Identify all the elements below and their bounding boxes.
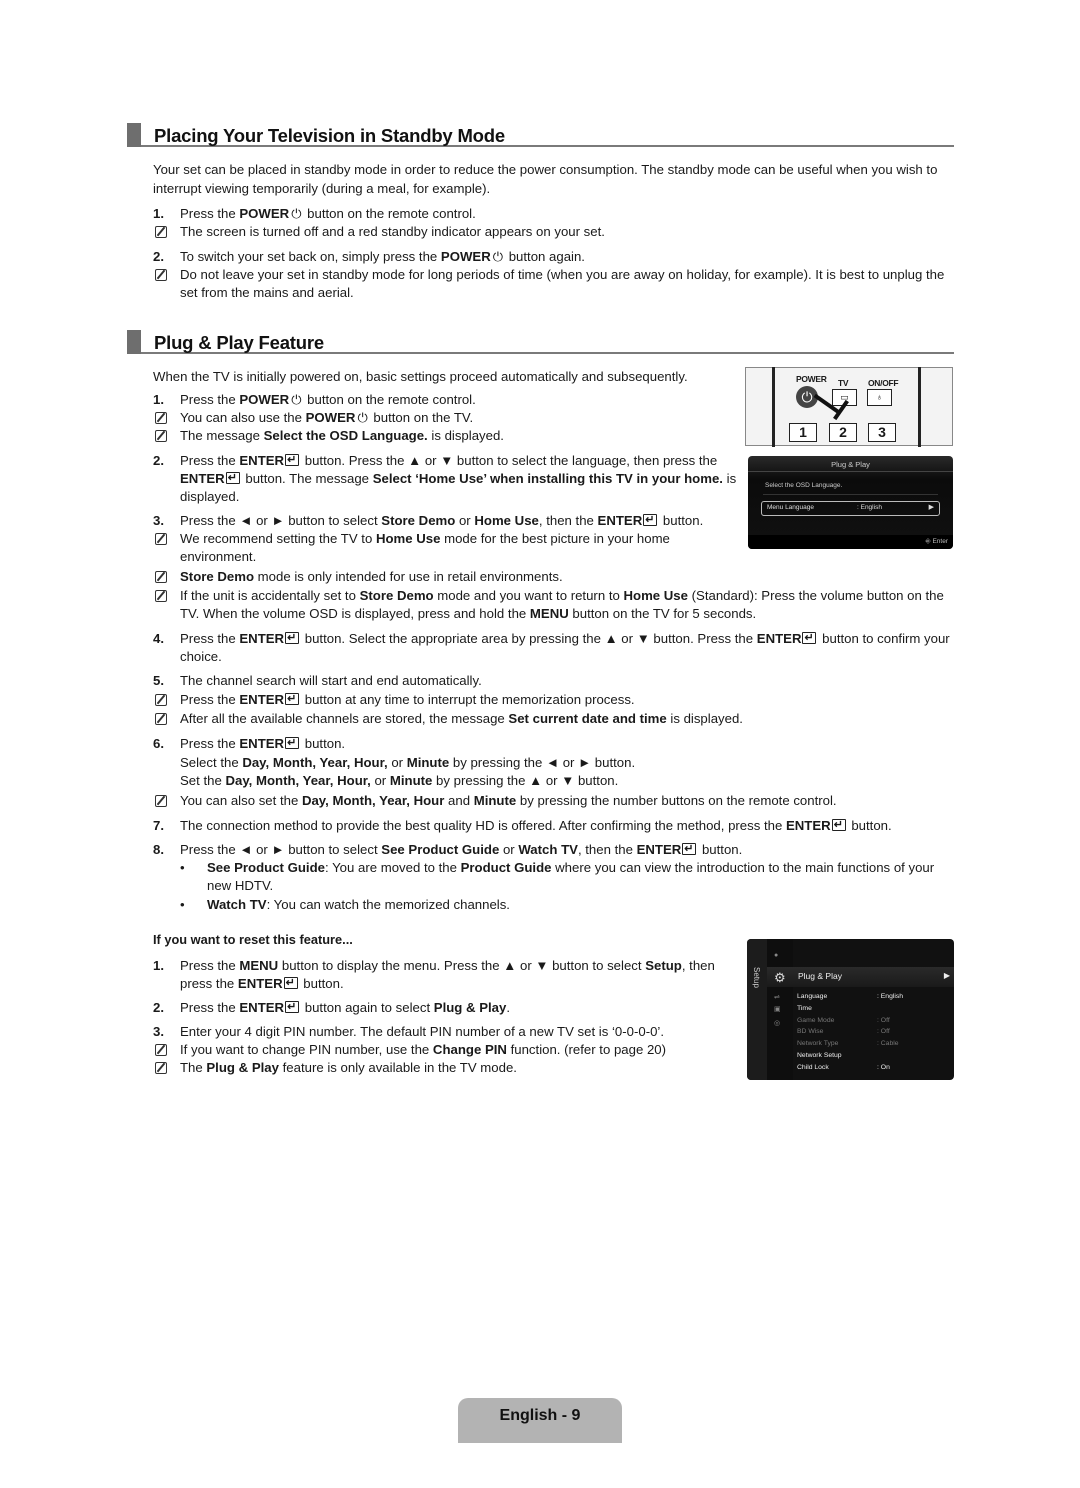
remote-control-illustration: POWER TV ON/OFF ⏻ ▭ ♁ 1 2 3	[745, 367, 953, 447]
bullet-item: • Watch TV: You can watch the memorized …	[180, 896, 510, 912]
step-7: 7. The connection method to provide the …	[153, 816, 953, 835]
step-6: 6. Press the ENTER button. Select the Da…	[153, 734, 953, 791]
enter-icon	[285, 629, 300, 647]
menu-icon: ▣	[774, 1006, 781, 1013]
setup-menu-row: Game Mode: Off	[797, 1016, 890, 1024]
reset-step-3: 3. Enter your 4 digit PIN number. The de…	[153, 1023, 665, 1039]
note: Store Demo mode is only intended for use…	[153, 568, 953, 586]
note-icon	[155, 1043, 167, 1056]
step-3: 3. Press the ◄ or ► button to select Sto…	[153, 511, 738, 530]
step-2: 2. Press the ENTER button. Press the ▲ o…	[153, 451, 738, 506]
step-1: 1. Press the POWER ⏻ button on the remote…	[153, 392, 476, 407]
number-button: 1	[789, 423, 817, 442]
enter-icon	[831, 816, 846, 834]
section-heading-plug-play: Plug & Play Feature	[127, 330, 954, 354]
note: You can also set the Day, Month, Year, H…	[153, 792, 953, 810]
note-icon	[155, 269, 167, 281]
section-title: Plug & Play Feature	[154, 332, 324, 353]
enter-icon	[285, 734, 300, 753]
setup-menu-row: Language: English	[797, 993, 904, 1000]
setup-menu-row: Time	[797, 1004, 812, 1012]
note-icon	[155, 412, 167, 424]
step-8: 8. Press the ◄ or ► button to select See…	[153, 840, 953, 859]
note-icon	[155, 533, 167, 545]
power-label: POWER	[796, 374, 827, 384]
note: The screen is turned off and a red stand…	[153, 223, 953, 241]
note: If you want to change PIN number, use th…	[153, 1041, 728, 1059]
menu-language-field: Menu Language : English ▶	[761, 501, 940, 516]
enter-icon	[285, 998, 300, 1016]
section-title: Placing Your Television in Standby Mode	[154, 125, 505, 146]
standby-step-2: 2. To switch your set back on, simply pr…	[153, 249, 585, 264]
number-button: 2	[829, 423, 857, 442]
bullet-item: • See Product Guide: You are moved to th…	[180, 859, 935, 893]
osd-language-screen: Plug & Play Select the OSD Language. Men…	[748, 456, 953, 549]
menu-icon: ◎	[774, 1020, 781, 1027]
note: The Plug & Play feature is only availabl…	[153, 1059, 728, 1077]
note-icon	[155, 430, 167, 442]
enter-icon	[802, 629, 817, 647]
enter-icon	[225, 469, 240, 487]
intro-paragraph: When the TV is initially powered on, bas…	[153, 369, 688, 384]
enter-icon	[285, 690, 300, 708]
note: After all the available channels are sto…	[153, 710, 953, 728]
menu-icon: ●	[774, 952, 779, 959]
step-5: 5. The channel search will start and end…	[153, 673, 482, 688]
tv-label: TV	[838, 378, 849, 388]
heading-bar	[127, 123, 141, 147]
setup-menu-row: BD Wise: Off	[797, 1028, 890, 1036]
note: The message Select the OSD Language. is …	[153, 427, 738, 445]
note-icon	[155, 1061, 167, 1074]
note: Press the ENTER button at any time to in…	[153, 690, 953, 709]
note: If the unit is accidentally set to Store…	[153, 587, 953, 623]
step-4: 4. Press the ENTER button. Select the ap…	[153, 629, 953, 666]
intro-paragraph: Your set can be placed in standby mode i…	[153, 162, 938, 196]
note-icon	[155, 226, 167, 238]
onoff-label: ON/OFF	[868, 378, 899, 388]
power-icon: ⏻	[492, 249, 504, 264]
enter-icon	[285, 451, 300, 469]
heading-bar	[127, 330, 141, 354]
setup-menu-row: Network Type: Cable	[797, 1040, 899, 1048]
note: Do not leave your set in standby mode fo…	[153, 266, 953, 302]
osd-title: Plug & Play	[831, 460, 870, 469]
standby-step-1: 1. Press the POWER ⏻ button on the remote…	[153, 206, 476, 221]
standby-content: Your set can be placed in standby mode i…	[153, 160, 953, 302]
note-icon	[155, 794, 167, 807]
note: You can also use the POWER ⏻ button on th…	[153, 409, 738, 427]
plug-play-content-top: When the TV is initially powered on, bas…	[153, 367, 738, 566]
reset-content: If you want to reset this feature... 1. …	[153, 932, 728, 1077]
note-icon	[155, 694, 167, 706]
reset-step-2: 2. Press the ENTER button again to selec…	[153, 998, 728, 1017]
setup-side-label: Setup	[752, 967, 761, 988]
selected-item: ⚙ Plug & Play ▶	[767, 967, 954, 987]
enter-icon	[643, 511, 658, 529]
arrow-right-icon: ▶	[943, 971, 950, 980]
menu-icon: ⇌	[774, 994, 780, 1001]
plug-play-content-middle: Store Demo mode is only intended for use…	[153, 568, 953, 914]
reset-heading: If you want to reset this feature...	[153, 932, 353, 947]
note: We recommend setting the TV to Home Use …	[153, 530, 713, 566]
enter-icon	[283, 974, 298, 992]
setup-menu-row: Child Lock: On	[797, 1063, 890, 1071]
power-icon: ⏻	[291, 206, 302, 221]
reset-step-1: 1. Press the MENU button to display the …	[153, 957, 728, 993]
note-icon	[155, 590, 167, 602]
gear-icon: ⚙	[774, 970, 786, 985]
number-button: 3	[868, 423, 896, 442]
note-icon	[155, 571, 167, 583]
arrow-right-icon: ▶	[928, 504, 934, 511]
note-icon	[155, 713, 167, 725]
power-icon: ⏻	[357, 410, 368, 425]
osd-setup-screen: Setup ● ⚙ Plug & Play ▶ ⇌ ▣ ◎ Language: …	[747, 939, 954, 1080]
page-number-tab: English - 9	[458, 1398, 622, 1443]
light-button: ♁	[867, 389, 892, 406]
enter-hint: ⎆ Enter	[925, 538, 948, 545]
setup-menu-row: Network Setup	[797, 1052, 842, 1059]
power-icon: ⏻	[291, 392, 302, 407]
enter-icon	[682, 840, 697, 858]
osd-message: Select the OSD Language.	[765, 482, 843, 489]
section-heading-standby: Placing Your Television in Standby Mode	[127, 123, 954, 147]
